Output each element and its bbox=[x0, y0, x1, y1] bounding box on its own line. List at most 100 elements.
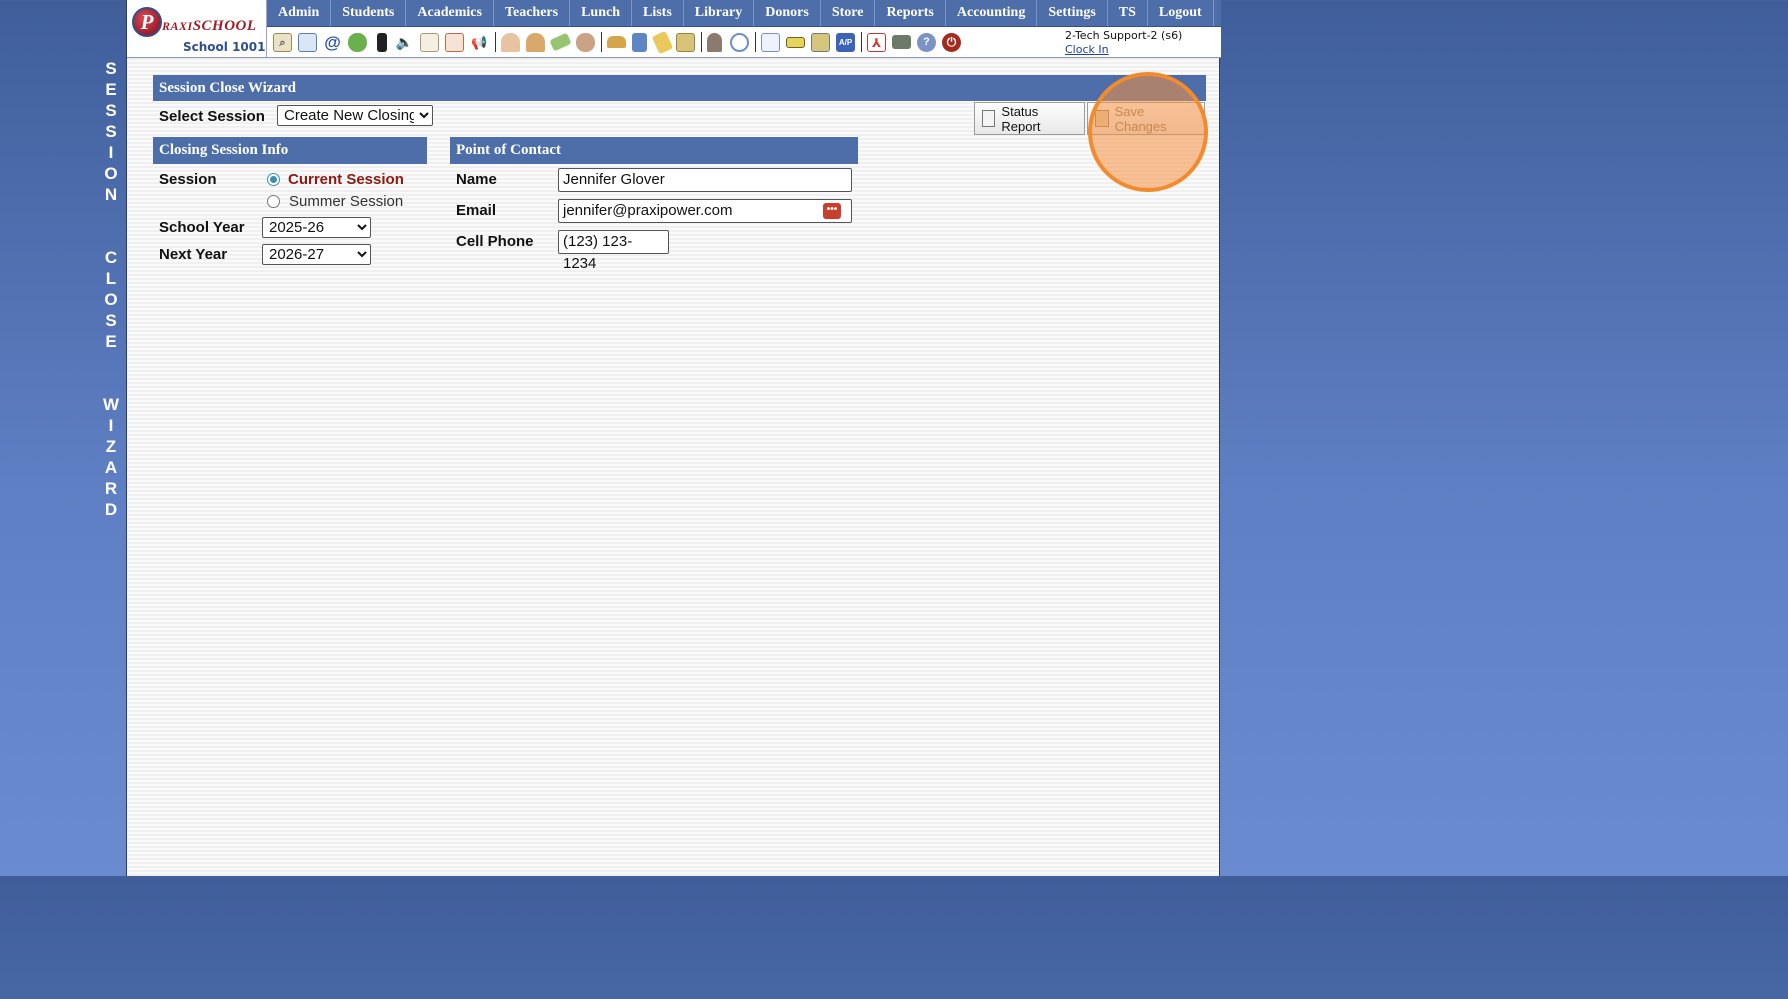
logo-mark: P bbox=[132, 7, 162, 37]
save-changes-button[interactable]: Save Changes bbox=[1087, 102, 1205, 135]
nav-academics[interactable]: Academics bbox=[406, 0, 494, 26]
side-title-letter: Z bbox=[105, 437, 117, 456]
logo[interactable]: P RAXISCHOOL School 1001 bbox=[127, 0, 267, 57]
printer-icon[interactable] bbox=[892, 35, 911, 49]
chat-icon[interactable] bbox=[348, 32, 367, 52]
mobile-phone-icon[interactable] bbox=[377, 32, 387, 52]
side-title-letter: O bbox=[104, 290, 118, 309]
accounts-payable-icon[interactable]: A/P bbox=[836, 32, 855, 52]
next-year-dropdown[interactable]: 2026-27 bbox=[262, 244, 371, 265]
user-name: 2-Tech Support-2 (s6) bbox=[1065, 29, 1183, 42]
ticket-icon[interactable] bbox=[549, 32, 572, 52]
news-icon[interactable] bbox=[420, 32, 439, 52]
toolbar-separator bbox=[495, 32, 496, 52]
calendar-grid-icon[interactable] bbox=[298, 32, 317, 52]
add-student-icon[interactable] bbox=[501, 32, 520, 52]
side-title-letter: E bbox=[105, 80, 117, 99]
email-label: Email bbox=[456, 202, 497, 219]
closing-session-header: Closing Session Info bbox=[153, 137, 427, 164]
speaker-icon[interactable]: 🔈 bbox=[395, 32, 414, 52]
side-title-letter: N bbox=[104, 185, 118, 204]
next-year-label: Next Year bbox=[159, 246, 228, 263]
side-title-letter: A bbox=[104, 458, 118, 477]
help-icon[interactable]: ? bbox=[917, 32, 936, 52]
power-icon[interactable]: ⏻ bbox=[942, 32, 961, 52]
nav-reports[interactable]: Reports bbox=[875, 0, 946, 26]
name-label: Name bbox=[456, 171, 497, 188]
family-icon[interactable] bbox=[576, 32, 595, 52]
nav-ts[interactable]: TS bbox=[1108, 0, 1148, 26]
select-session-label: Select Session bbox=[159, 108, 265, 125]
email-at-icon[interactable]: @ bbox=[323, 32, 342, 52]
current-session-radio[interactable] bbox=[267, 173, 280, 186]
pdf-icon[interactable]: ⅄ bbox=[867, 32, 886, 52]
report-icon bbox=[982, 110, 996, 127]
school-name: School 1001 bbox=[183, 40, 266, 54]
side-title-letter: I bbox=[108, 416, 114, 435]
current-session-option[interactable]: Current Session bbox=[267, 171, 404, 188]
side-title-letter bbox=[98, 226, 124, 247]
main-nav: Admin Students Academics Teachers Lunch … bbox=[267, 0, 1221, 27]
side-title-letter bbox=[98, 205, 124, 226]
user-info: 2-Tech Support-2 (s6) Clock In bbox=[1065, 29, 1182, 57]
header: P RAXISCHOOL School 1001 Admin Students … bbox=[127, 0, 1221, 58]
toolbar-separator bbox=[861, 32, 862, 52]
toolbar-separator bbox=[601, 32, 602, 52]
search-icon[interactable]: ⌕ bbox=[273, 32, 292, 52]
nav-admin[interactable]: Admin bbox=[267, 0, 332, 26]
cash-register-icon[interactable] bbox=[811, 32, 830, 52]
megaphone-icon[interactable]: 📢 bbox=[470, 32, 489, 52]
school-year-label: School Year bbox=[159, 219, 245, 236]
nav-logout[interactable]: Logout bbox=[1148, 0, 1214, 26]
side-title-letter bbox=[98, 373, 124, 394]
side-title-letter: S bbox=[105, 311, 117, 330]
calendar-icon[interactable] bbox=[445, 32, 464, 52]
clock-icon[interactable] bbox=[730, 32, 749, 52]
email-field[interactable]: jennifer@praxipower.com ••• bbox=[558, 199, 852, 223]
side-title-letter: W bbox=[102, 395, 120, 414]
nav-lunch[interactable]: Lunch bbox=[570, 0, 632, 26]
summer-session-radio[interactable] bbox=[267, 195, 280, 208]
save-icon bbox=[1095, 110, 1109, 127]
logo-text: RAXISCHOOL bbox=[162, 18, 257, 34]
student-icon[interactable] bbox=[526, 32, 545, 52]
side-title-letter: I bbox=[108, 143, 114, 162]
cell-phone-field[interactable]: (123) 123-1234 bbox=[558, 230, 669, 272]
nav-accounting[interactable]: Accounting bbox=[946, 0, 1038, 26]
side-title-letter: S bbox=[105, 59, 117, 78]
select-session-dropdown[interactable]: Create New Closing bbox=[277, 105, 433, 126]
status-report-button[interactable]: Status Report bbox=[974, 102, 1085, 135]
teacher-icon[interactable] bbox=[707, 32, 722, 52]
payment-card-icon[interactable] bbox=[786, 36, 805, 48]
nav-students[interactable]: Students bbox=[331, 0, 407, 26]
point-of-contact-header: Point of Contact bbox=[450, 137, 858, 164]
nav-library[interactable]: Library bbox=[684, 0, 755, 26]
lunch-icon[interactable] bbox=[607, 36, 626, 48]
clock-in-link[interactable]: Clock In bbox=[1065, 43, 1182, 57]
toolbar-separator bbox=[701, 32, 702, 52]
summer-session-option[interactable]: Summer Session bbox=[267, 193, 403, 210]
name-field[interactable]: Jennifer Glover bbox=[558, 168, 852, 192]
store-icon[interactable] bbox=[676, 32, 695, 52]
side-title-letter: S bbox=[105, 101, 117, 120]
side-title-letter: D bbox=[104, 500, 118, 519]
email-options-icon[interactable]: ••• bbox=[823, 203, 841, 219]
side-title-letter: C bbox=[104, 248, 118, 267]
cell-phone-label: Cell Phone bbox=[456, 233, 534, 250]
side-title-letter: L bbox=[105, 269, 117, 288]
side-title-letter: S bbox=[105, 122, 117, 141]
nav-teachers[interactable]: Teachers bbox=[494, 0, 571, 26]
nav-settings[interactable]: Settings bbox=[1037, 0, 1108, 26]
toolbar-separator bbox=[755, 32, 756, 52]
school-year-dropdown[interactable]: 2025-26 bbox=[262, 217, 371, 238]
nav-donors[interactable]: Donors bbox=[754, 0, 821, 26]
donor-icon[interactable] bbox=[651, 30, 674, 54]
nav-lists[interactable]: Lists bbox=[632, 0, 684, 26]
icon-toolbar: ⌕ @ 🔈 📢 A/P ⅄ ? ⏻ bbox=[273, 30, 967, 54]
side-title: SESSION CLOSE WIZARD bbox=[98, 58, 124, 520]
app-window: P RAXISCHOOL School 1001 Admin Students … bbox=[126, 0, 1221, 876]
report-icon[interactable] bbox=[761, 32, 780, 52]
wizard-title: Session Close Wizard bbox=[153, 75, 1206, 101]
nav-store[interactable]: Store bbox=[821, 0, 876, 26]
book-icon[interactable] bbox=[632, 32, 647, 52]
